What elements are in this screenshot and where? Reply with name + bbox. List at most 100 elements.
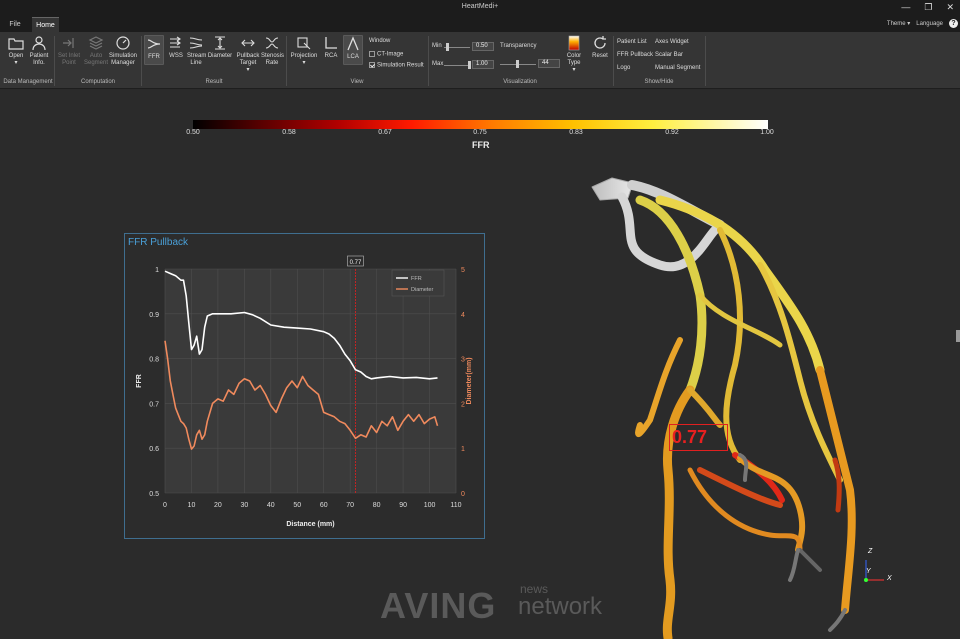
min-slider-knob[interactable] bbox=[446, 43, 449, 51]
patient-list-toggle[interactable]: Patient List bbox=[617, 39, 647, 45]
folder-icon bbox=[8, 38, 24, 50]
scalar-bar-tick: 0.83 bbox=[569, 129, 583, 136]
auto-segment-button[interactable]: Auto Segment bbox=[84, 35, 108, 67]
pullback-icon bbox=[241, 39, 255, 47]
3d-viewport[interactable]: 0.50 0.58 0.67 0.75 0.83 0.92 1.00 FFR F… bbox=[0, 90, 960, 639]
maximize-icon[interactable]: ❐ bbox=[924, 2, 932, 13]
max-slider-knob[interactable] bbox=[468, 61, 471, 69]
theme-label: Theme bbox=[886, 21, 906, 27]
theme-menu[interactable]: Theme ▾ bbox=[887, 20, 910, 27]
vessel-ffr-label: 0.77 bbox=[669, 424, 728, 451]
pullback-marker-label: 0.77 bbox=[350, 260, 362, 266]
ffr-pullback-toggle[interactable]: FFR Pullback bbox=[617, 52, 653, 58]
group-view: View bbox=[350, 79, 364, 85]
dropdown-icon: ▾ bbox=[907, 21, 911, 27]
axis-y-label: Y bbox=[866, 568, 871, 575]
max-value-field[interactable]: 1.00 bbox=[472, 60, 494, 69]
vessel-segment bbox=[828, 608, 847, 632]
y-left-tick-label: 0.5 bbox=[149, 491, 159, 498]
max-slider[interactable] bbox=[444, 65, 470, 66]
projection-button[interactable]: Projection ▾ bbox=[289, 35, 319, 67]
vessel-segment bbox=[697, 292, 783, 348]
tab-file[interactable]: File bbox=[6, 17, 24, 32]
set-inlet-point-button[interactable]: Set Inlet Point bbox=[57, 35, 81, 67]
watermark-net: network bbox=[518, 593, 603, 620]
vessel-segment bbox=[635, 337, 683, 437]
group-result: Result bbox=[205, 79, 223, 85]
layers-icon bbox=[88, 36, 104, 50]
transparency-field[interactable]: 44 bbox=[538, 59, 560, 68]
axis-x-label: X bbox=[887, 575, 892, 582]
pullback-target-button[interactable]: Pullback Target▾ bbox=[236, 35, 260, 74]
title-bar: HeartMedi+ — ❐ ✕ bbox=[0, 0, 960, 16]
wss-button[interactable]: WSS bbox=[166, 35, 186, 60]
stenosis-rate-button[interactable]: Stenosis Rate bbox=[261, 35, 285, 67]
ffr-button[interactable]: FFR bbox=[144, 35, 164, 65]
axis-z-label: Z bbox=[868, 548, 873, 555]
scalar-bar-title: FFR bbox=[472, 140, 490, 150]
language-label: Language bbox=[916, 20, 943, 27]
scalar-bar-tick: 0.50 bbox=[186, 129, 200, 136]
language-menu[interactable]: Language bbox=[916, 21, 943, 27]
patient-info-label: Patient Info. bbox=[29, 53, 49, 66]
vessel-segment bbox=[655, 195, 825, 375]
patient-info-button[interactable]: Patient Info. bbox=[28, 35, 50, 67]
ffr-pullback-panel: FFR Pullback 0 10 20 30 40 50 60 70 80 90 100 110 0.… bbox=[124, 233, 485, 539]
close-icon[interactable]: ✕ bbox=[946, 2, 954, 13]
dropdown-icon: ▾ bbox=[14, 60, 18, 66]
manual-segment-toggle[interactable]: Manual Segment bbox=[655, 65, 700, 71]
ribbon: Open ▾ Patient Info. Data Management Set … bbox=[0, 32, 960, 89]
ribbon-divider bbox=[613, 36, 614, 86]
scalar-bar-tick: 1.00 bbox=[760, 129, 774, 136]
min-value-field[interactable]: 0.50 bbox=[472, 42, 494, 51]
x-tick-label: 70 bbox=[346, 502, 354, 509]
auto-segment-label: Auto Segment bbox=[84, 53, 109, 66]
x-tick-label: 100 bbox=[424, 502, 436, 509]
vessel-segment bbox=[798, 548, 822, 572]
open-button[interactable]: Open ▾ bbox=[6, 35, 26, 67]
transparency-slider-knob[interactable] bbox=[516, 60, 519, 68]
lca-button[interactable]: LCA bbox=[343, 35, 363, 65]
rca-label: RCA bbox=[324, 53, 338, 59]
window-label: Window bbox=[369, 38, 391, 44]
dropdown-icon: ▾ bbox=[246, 67, 250, 73]
side-panel-handle[interactable] bbox=[956, 330, 960, 342]
y-left-tick-label: 1 bbox=[155, 267, 159, 274]
diameter-icon bbox=[215, 36, 225, 50]
reset-label: Reset bbox=[592, 53, 608, 59]
rca-button[interactable]: RCA bbox=[321, 35, 341, 60]
y-right-tick-label: 5 bbox=[461, 267, 465, 274]
color-type-button[interactable]: Color Type▾ bbox=[563, 35, 585, 74]
stream-line-button[interactable]: Stream Line bbox=[186, 35, 206, 67]
minimize-icon[interactable]: — bbox=[901, 2, 910, 13]
pullback-chart: 0 10 20 30 40 50 60 70 80 90 100 1100.50.60.70.80.9… bbox=[136, 255, 473, 528]
simulation-manager-button[interactable]: Simulation Manager bbox=[108, 35, 138, 67]
stenosis-icon bbox=[265, 37, 279, 49]
min-label: Min bbox=[432, 43, 442, 49]
x-tick-label: 30 bbox=[240, 502, 248, 509]
lca-icon bbox=[347, 36, 359, 51]
ct-image-toggle[interactable]: CT-Image bbox=[369, 51, 403, 58]
scalar-bar-tick: 0.67 bbox=[378, 129, 392, 136]
simulation-result-toggle[interactable]: Simulation Result bbox=[369, 62, 424, 69]
vessel-segment bbox=[732, 452, 785, 503]
tab-home[interactable]: Home bbox=[32, 17, 59, 32]
stenosis-rate-label: Stenosis Rate bbox=[261, 53, 285, 66]
ct-image-checkbox[interactable] bbox=[369, 51, 375, 57]
reset-button[interactable]: Reset bbox=[589, 35, 611, 60]
x-tick-label: 80 bbox=[373, 502, 381, 509]
help-icon[interactable]: ? bbox=[949, 19, 958, 28]
group-show-hide: Show/Hide bbox=[644, 79, 674, 85]
simulation-result-checkbox[interactable] bbox=[369, 62, 375, 68]
top-right-menu: Theme ▾ Language ? bbox=[887, 19, 958, 28]
scalar-bar-toggle[interactable]: Scalar Bar bbox=[655, 52, 683, 58]
diameter-button[interactable]: Diameter bbox=[206, 35, 234, 60]
y-left-tick-label: 0.7 bbox=[149, 401, 159, 408]
dropdown-icon: ▾ bbox=[302, 60, 306, 66]
logo-toggle[interactable]: Logo bbox=[617, 65, 630, 71]
y-right-tick-label: 2 bbox=[461, 401, 465, 408]
axes-widget-toggle[interactable]: Axes Widget bbox=[655, 39, 689, 45]
ct-image-label: CT-Image bbox=[377, 51, 404, 58]
x-tick-label: 0 bbox=[163, 502, 167, 509]
open-label: Open bbox=[8, 53, 24, 59]
